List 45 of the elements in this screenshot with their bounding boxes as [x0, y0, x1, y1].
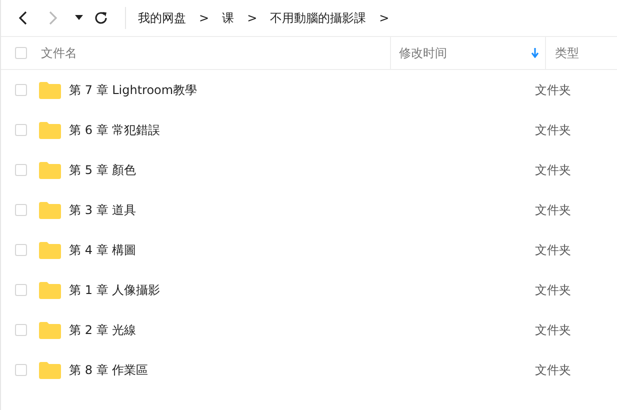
breadcrumb-separator: >: [199, 11, 210, 25]
breadcrumb-link[interactable]: 课: [222, 10, 234, 26]
breadcrumb-separator: >: [379, 11, 390, 25]
checkbox[interactable]: [15, 124, 27, 136]
checkbox[interactable]: [15, 47, 27, 59]
file-type: 文件夹: [535, 82, 571, 98]
checkbox[interactable]: [15, 324, 27, 336]
file-name[interactable]: 第 6 章 常犯錯誤: [69, 122, 535, 138]
folder-icon: [39, 162, 61, 178]
breadcrumb-link[interactable]: 不用動腦的攝影課: [270, 10, 366, 26]
checkbox[interactable]: [15, 84, 27, 96]
refresh-icon[interactable]: [93, 10, 109, 26]
column-header[interactable]: 类型: [546, 37, 579, 69]
folder-icon: [39, 122, 61, 138]
column-header[interactable]: 文件名: [41, 37, 391, 69]
file-type: 文件夹: [535, 122, 571, 138]
file-type: 文件夹: [535, 282, 571, 298]
dropdown-icon[interactable]: [75, 15, 83, 21]
checkbox[interactable]: [15, 244, 27, 256]
file-name[interactable]: 第 8 章 作業區: [69, 362, 535, 378]
checkbox[interactable]: [15, 164, 27, 176]
file-type: 文件夹: [535, 162, 571, 178]
folder-icon: [39, 282, 61, 298]
checkbox[interactable]: [15, 204, 27, 216]
checkbox[interactable]: [15, 364, 27, 376]
column-header[interactable]: 修改时间: [391, 37, 546, 69]
folder-icon: [39, 362, 61, 378]
file-type: 文件夹: [535, 322, 571, 338]
file-name[interactable]: 第 2 章 光線: [69, 322, 535, 338]
file-type: 文件夹: [535, 202, 571, 218]
folder-icon: [39, 202, 61, 218]
folder-icon: [39, 82, 61, 98]
file-name[interactable]: 第 1 章 人像攝影: [69, 282, 535, 298]
folder-icon: [39, 322, 61, 338]
file-type: 文件夹: [535, 362, 571, 378]
breadcrumb-separator: >: [247, 11, 258, 25]
file-name[interactable]: 第 7 章 Lightroom教學: [69, 82, 535, 98]
sort-down-icon[interactable]: [531, 48, 539, 58]
checkbox[interactable]: [15, 284, 27, 296]
breadcrumb-link[interactable]: 我的网盘: [138, 10, 186, 26]
file-name[interactable]: 第 3 章 道具: [69, 202, 535, 218]
folder-icon: [39, 242, 61, 258]
file-type: 文件夹: [535, 242, 571, 258]
file-name[interactable]: 第 5 章 顏色: [69, 162, 535, 178]
file-name[interactable]: 第 4 章 構圖: [69, 242, 535, 258]
